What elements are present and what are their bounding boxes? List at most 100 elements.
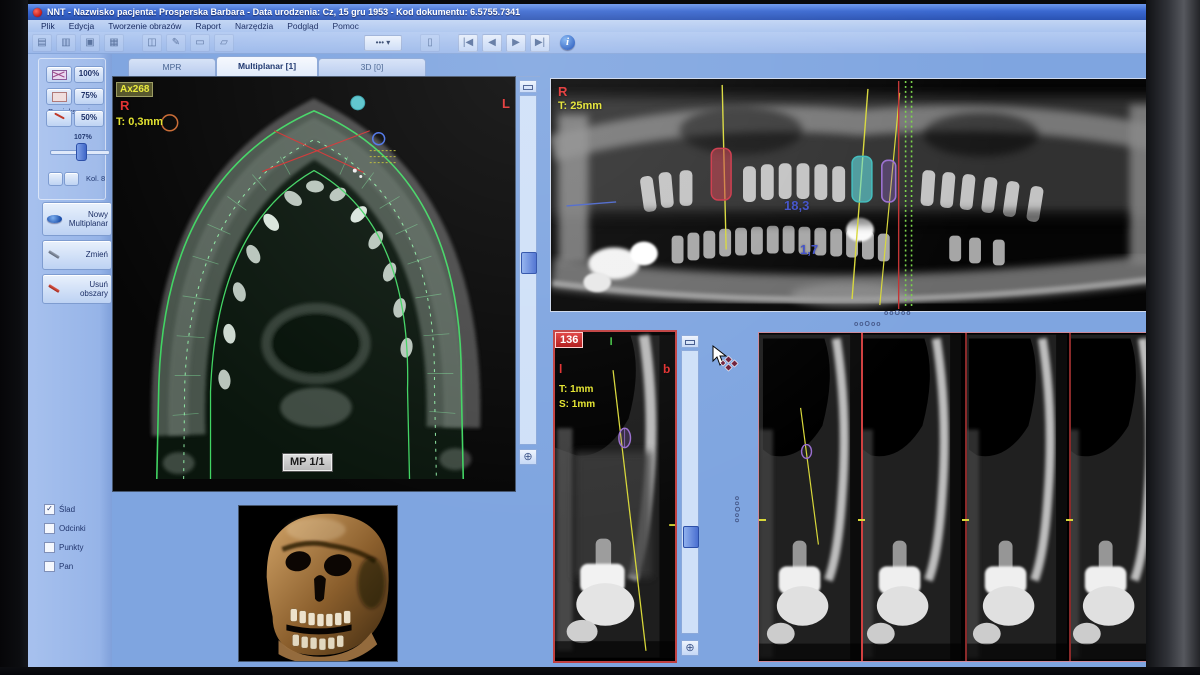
slice-image-3 — [967, 333, 1069, 661]
delete-areas-button[interactable]: Usuń obszary — [42, 274, 112, 304]
axial-slice-label: Ax268 — [116, 82, 153, 97]
axial-orientation-right: R — [120, 98, 129, 113]
red-pencil-icon — [46, 282, 62, 296]
checkbox-pan[interactable]: Pan — [44, 561, 73, 572]
slice-grid-panel — [758, 332, 1146, 662]
toolbar: ▤ ▥ ▣ ▦ ◫ ✎ ▭ ▱ ••• ▾ ▯ |◀ ◀ ▶ ▶| i — [28, 32, 1146, 54]
slice-item-3[interactable] — [967, 333, 1069, 661]
pano-measurement-2: 1,7 — [800, 242, 818, 257]
new-multiplanar-button[interactable]: Nowy Multiplanar — [42, 202, 112, 236]
axial-crosshair-button[interactable]: ⊕ — [519, 449, 537, 465]
title-bar: NNT - Nazwisko pacjenta: Prosperska Barb… — [28, 4, 1146, 20]
cs-scrollbar-thumb[interactable] — [683, 526, 699, 548]
change-label: Zmień — [62, 250, 108, 259]
cs-scroll-top-button[interactable] — [681, 335, 699, 348]
yellow-tick — [962, 519, 969, 521]
nav-last-button[interactable]: ▶| — [530, 34, 550, 52]
checkbox-slad[interactable]: Ślad — [44, 504, 75, 515]
overflow-ellipsis: ••• — [376, 38, 384, 47]
print-icon[interactable]: ▦ — [104, 34, 124, 52]
yellow-tick — [759, 519, 766, 521]
menu-raport[interactable]: Raport — [188, 21, 228, 31]
axial-scroll-top-button[interactable] — [519, 80, 537, 93]
checkbox-label: Odcinki — [59, 524, 86, 533]
zoom-100-button[interactable]: 100% — [74, 66, 104, 83]
monitor-bezel-right — [1146, 0, 1200, 675]
nav-next-button[interactable]: ▶ — [506, 34, 526, 52]
cross-section-canvas[interactable] — [553, 330, 677, 663]
slice-item-1[interactable] — [759, 333, 861, 661]
axial-footer-label: MP 1/1 — [283, 454, 332, 471]
skull-3d-canvas[interactable] — [238, 505, 398, 662]
minimize-bar-icon — [685, 340, 695, 345]
pointer-icon[interactable]: ▱ — [214, 34, 234, 52]
grid-layout-button-2[interactable] — [64, 172, 79, 186]
checkbox-icon[interactable] — [44, 504, 55, 515]
skull-3d-render — [239, 506, 397, 661]
window-tile-icon[interactable]: ▯ — [420, 34, 440, 52]
axial-scrollbar-thumb[interactable] — [521, 252, 537, 274]
zoom-tool-icon-button[interactable] — [46, 110, 72, 127]
open-icon[interactable]: ▥ — [56, 34, 76, 52]
minimize-bar-icon — [523, 85, 533, 90]
axial-thickness-label: T: 0,3mm — [116, 116, 163, 128]
zoom-slider-value: 107% — [74, 134, 92, 141]
cross-section-number: 136 — [555, 332, 583, 348]
pano-slice-marker: ooOoo — [884, 310, 912, 317]
zoom-pen-icon — [53, 114, 66, 122]
cs-right-marker: b — [663, 362, 670, 376]
toolbar-overflow-button[interactable]: ••• ▾ — [364, 35, 402, 51]
pano-orientation-label: R — [558, 84, 567, 99]
actual-size-icon-button[interactable] — [46, 88, 72, 105]
grid-slice-marker: ooOoo — [854, 321, 882, 328]
layout-icon[interactable]: ◫ — [142, 34, 162, 52]
menu-plik[interactable]: Plik — [34, 21, 62, 31]
info-button[interactable]: i — [560, 35, 575, 50]
zoom-slider-thumb[interactable] — [76, 143, 87, 161]
cs-step-label: S: 1mm — [559, 399, 595, 410]
new-document-icon[interactable]: ▤ — [32, 34, 52, 52]
yellow-tick — [858, 519, 865, 521]
checkbox-odcinki[interactable]: Odcinki — [44, 523, 86, 534]
window-title: NNT - Nazwisko pacjenta: Prosperska Barb… — [47, 7, 520, 17]
zoom-75-button[interactable]: 75% — [74, 88, 104, 105]
change-button[interactable]: Zmień — [42, 240, 112, 270]
nav-first-button[interactable]: |◀ — [458, 34, 478, 52]
checkbox-icon[interactable] — [44, 542, 55, 553]
save-icon[interactable]: ▣ — [80, 34, 100, 52]
yellow-tick — [1066, 519, 1073, 521]
annotate-icon[interactable]: ✎ — [166, 34, 186, 52]
axial-ct-image — [113, 77, 515, 491]
fit-screen-icon-button[interactable] — [46, 66, 72, 83]
checkbox-punkty[interactable]: Punkty — [44, 542, 83, 553]
cross-section-image — [555, 332, 675, 661]
cs-crosshair-button[interactable]: ⊕ — [681, 640, 699, 656]
checkbox-icon[interactable] — [44, 523, 55, 534]
checkbox-icon[interactable] — [44, 561, 55, 572]
slice-item-4[interactable] — [1071, 333, 1146, 661]
left-sidebar: Powiększenie 100% 75% 50% 107% Kol. 8 No… — [28, 54, 112, 667]
slice-image-1 — [759, 333, 861, 661]
axial-view-canvas[interactable] — [112, 76, 516, 492]
monitor-bezel-bottom — [0, 667, 1200, 675]
menu-edycja[interactable]: Edycja — [62, 21, 102, 31]
grid-layout-button-1[interactable] — [48, 172, 63, 186]
menu-podglad[interactable]: Podgląd — [280, 21, 325, 31]
panoramic-view-canvas[interactable] — [550, 78, 1146, 312]
tab-multiplanar[interactable]: Multiplanar [1] — [216, 56, 318, 77]
menu-narzedzia[interactable]: Narzędzia — [228, 21, 280, 31]
slice-item-2[interactable] — [863, 333, 965, 661]
zoom-50-button[interactable]: 50% — [74, 110, 104, 127]
monitor-bezel-left — [0, 0, 28, 675]
disc-icon — [46, 213, 64, 225]
pencil-icon — [46, 248, 62, 262]
application-window: NNT - Nazwisko pacjenta: Prosperska Barb… — [28, 4, 1146, 667]
menu-tworzenie-obrazow[interactable]: Tworzenie obrazów — [101, 21, 188, 31]
cs-scrollbar-track[interactable] — [681, 350, 699, 634]
tab-3d[interactable]: 3D [0] — [318, 58, 426, 77]
tab-mpr[interactable]: MPR — [128, 58, 216, 77]
axial-orientation-left: L — [502, 96, 510, 111]
nav-prev-button[interactable]: ◀ — [482, 34, 502, 52]
measure-icon[interactable]: ▭ — [190, 34, 210, 52]
menu-pomoc[interactable]: Pomoc — [325, 21, 365, 31]
